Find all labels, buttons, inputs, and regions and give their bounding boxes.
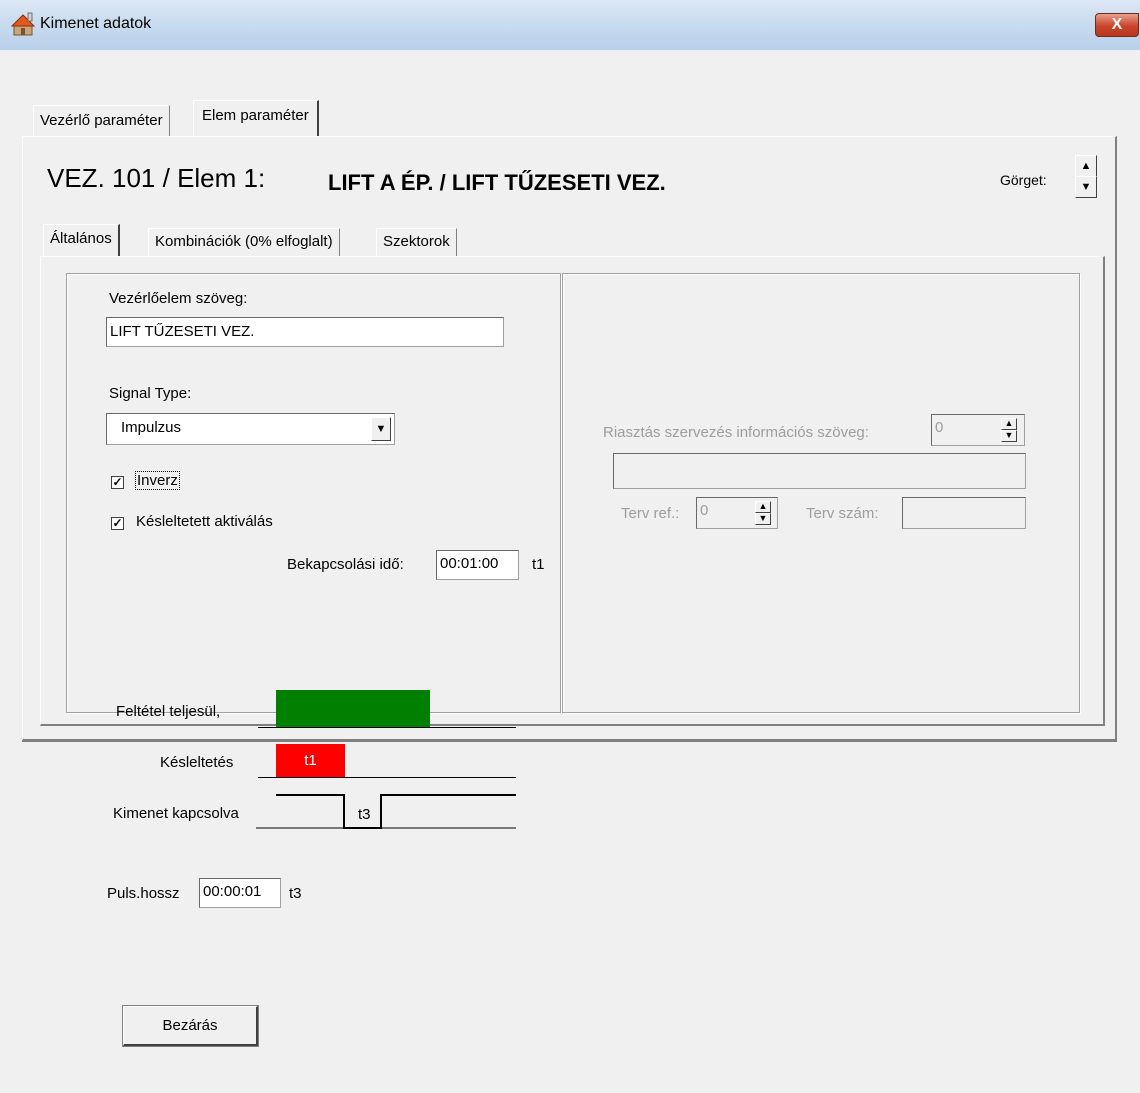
app-icon [10, 11, 36, 37]
scroll-label: Görget: [1000, 172, 1047, 188]
switch-on-time-label: Bekapcsolási idő: [287, 556, 404, 573]
close-button[interactable]: Bezárás [122, 1005, 259, 1047]
inverse-label: Inverz [135, 471, 180, 490]
output-waveform [256, 794, 516, 829]
window-title: Kimenet adatok [40, 15, 152, 32]
delay-bar-label: t1 [304, 752, 317, 769]
page-title-controller: VEZ. 101 / Elem 1: [47, 163, 266, 193]
alarm-info-down-button[interactable]: ▼ [1001, 430, 1017, 442]
delay-baseline [258, 777, 516, 778]
scroll-down-button[interactable]: ▼ [1075, 176, 1097, 198]
condition-label: Feltétel teljesül, [116, 703, 221, 720]
output-label: Kimenet kapcsolva [113, 805, 239, 822]
signal-type-label: Signal Type: [109, 385, 192, 402]
signal-type-value: Impulzus [121, 419, 182, 436]
alarm-info-label: Riasztás szervezés információs szöveg: [603, 424, 869, 441]
plan-ref-up-button[interactable]: ▲ [755, 501, 771, 513]
plan-ref-down-button[interactable]: ▼ [755, 513, 771, 525]
tab-controller-params[interactable]: Vezérlő paraméter [33, 105, 170, 137]
alarm-info-text-field[interactable] [613, 453, 1026, 489]
divider [35, 222, 1105, 224]
delayed-activation-label: Késleltetett aktiválás [136, 513, 273, 530]
plan-ref-label: Terv ref.: [621, 505, 680, 522]
pulse-length-label: Puls.hossz [107, 885, 180, 902]
tab-general[interactable]: Általános [43, 224, 120, 257]
delayed-activation-checkbox[interactable]: ✓ [111, 517, 124, 530]
signal-type-dropdown-button[interactable]: ▼ [371, 417, 391, 441]
element-text-label: Vezérlőelem szöveg: [109, 290, 248, 307]
delay-bar: t1 [276, 744, 345, 778]
condition-bar [276, 690, 430, 728]
pulse-label: t3 [358, 806, 371, 823]
close-window-button[interactable]: X [1095, 13, 1139, 37]
scroll-up-button[interactable]: ▲ [1075, 155, 1097, 177]
title-bar [0, 0, 1140, 50]
pulse-length-input[interactable]: 00:00:01 [199, 878, 281, 908]
element-text-input[interactable]: LIFT TŰZESETI VEZ. [106, 317, 504, 347]
alarm-info-up-button[interactable]: ▲ [1001, 418, 1017, 430]
pulse-length-unit: t3 [289, 885, 302, 902]
inverse-checkbox[interactable]: ✓ [111, 476, 124, 489]
page-title-element: LIFT A ÉP. / LIFT TŰZESETI VEZ. [328, 170, 666, 195]
plan-num-field[interactable] [902, 497, 1026, 529]
tab-sectors[interactable]: Szektorok [376, 228, 457, 257]
condition-baseline [258, 727, 516, 728]
switch-on-time-unit: t1 [532, 556, 545, 573]
plan-num-label: Terv szám: [806, 505, 879, 522]
delay-label: Késleltetés [160, 754, 234, 771]
right-group-box [562, 273, 1080, 713]
switch-on-time-input[interactable]: 00:01:00 [436, 550, 519, 580]
dialog-separator [22, 740, 1117, 742]
tab-combinations[interactable]: Kombinációk (0% elfoglalt) [148, 228, 340, 257]
signal-type-select[interactable]: Impulzus [106, 413, 395, 445]
tab-element-params[interactable]: Elem paraméter [193, 100, 319, 137]
